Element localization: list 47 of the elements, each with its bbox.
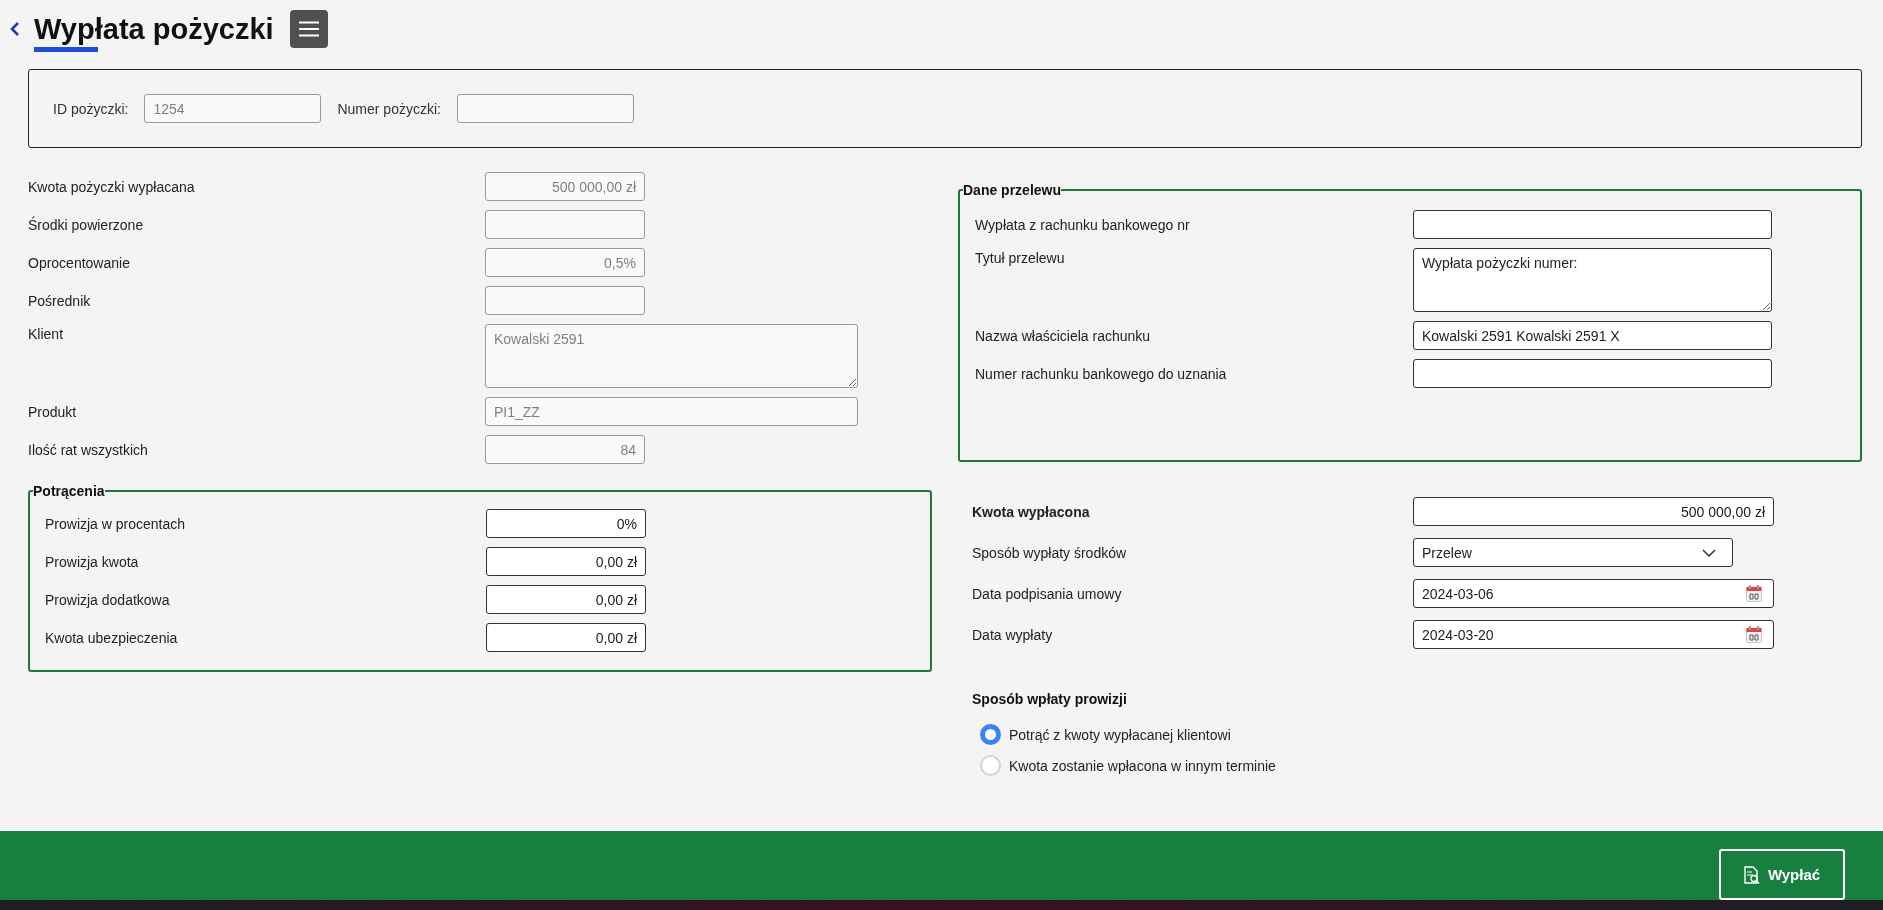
input-field[interactable]: 0,00 zł bbox=[486, 585, 646, 614]
document-icon bbox=[1743, 865, 1760, 884]
field-label: Tytuł przelewu bbox=[975, 250, 1065, 266]
field-label: Klient bbox=[28, 326, 64, 342]
radio-label[interactable]: Kwota zostanie wpłacona w innym terminie bbox=[1009, 757, 1276, 774]
field-label: Oprocentowanie bbox=[28, 254, 130, 271]
input-field[interactable]: 0,00 zł bbox=[486, 623, 646, 652]
field-label: Data wypłaty bbox=[972, 626, 1053, 643]
menu-button[interactable] bbox=[289, 9, 328, 48]
section-title: Sposób wpłaty prowizji bbox=[972, 691, 1128, 707]
input-field[interactable]: Kowalski 2591 Kowalski 2591 X bbox=[1413, 321, 1772, 350]
field-label: Środki powierzone bbox=[28, 216, 144, 233]
field-label: Wypłata z rachunku bankowego nr bbox=[975, 216, 1190, 233]
text-area[interactable]: Wypłata pożyczki numer: bbox=[1413, 248, 1772, 312]
date-field[interactable]: 2024-03-06 bbox=[1413, 579, 1774, 608]
calendar-icon bbox=[1746, 626, 1762, 643]
chevron-down-icon bbox=[1702, 548, 1716, 557]
input-field[interactable] bbox=[1413, 210, 1772, 239]
field-label: Numer rachunku bankowego do uznania bbox=[975, 365, 1227, 382]
field-label: Prowizja kwota bbox=[45, 553, 139, 570]
input-field[interactable]: 0,00 zł bbox=[486, 547, 646, 576]
field-label: Numer pożyczki: bbox=[337, 100, 441, 117]
field-label: Kwota pożyczki wypłacana bbox=[28, 178, 195, 195]
radio-button[interactable] bbox=[980, 724, 1001, 745]
input-field[interactable]: 0% bbox=[486, 509, 646, 538]
field-label: Pośrednik bbox=[28, 292, 91, 309]
calendar-icon bbox=[1746, 585, 1762, 602]
menu-icon bbox=[298, 20, 319, 37]
input-field[interactable] bbox=[1413, 359, 1772, 388]
field-label: Nazwa właściciela rachunku bbox=[975, 327, 1151, 344]
field-label: Produkt bbox=[28, 403, 77, 420]
field-label: Prowizja w procentach bbox=[45, 515, 186, 532]
group-title: Dane przelewu bbox=[963, 182, 1062, 198]
field-label: Kwota wypłacona bbox=[972, 503, 1090, 520]
field-label: ID pożyczki: bbox=[53, 100, 129, 117]
radio-label[interactable]: Potrąć z kwoty wypłacanej klientowi bbox=[1009, 726, 1231, 743]
dropdown[interactable]: Przelew bbox=[1413, 538, 1733, 567]
payout-button[interactable]: Wypłać bbox=[1719, 849, 1845, 900]
field-label: Sposób wypłaty środków bbox=[972, 544, 1127, 561]
field-label: Ilość rat wszystkich bbox=[28, 441, 148, 458]
input-field[interactable]: 500 000,00 zł bbox=[1413, 497, 1774, 526]
date-field[interactable]: 2024-03-20 bbox=[1413, 620, 1774, 649]
group-title: Potrącenia bbox=[33, 483, 105, 499]
back-icon[interactable] bbox=[10, 21, 20, 36]
field-label: Prowizja dodatkowa bbox=[45, 591, 170, 608]
field-label: Data podpisania umowy bbox=[972, 585, 1122, 602]
field-label: Kwota ubezpieczenia bbox=[45, 629, 178, 646]
